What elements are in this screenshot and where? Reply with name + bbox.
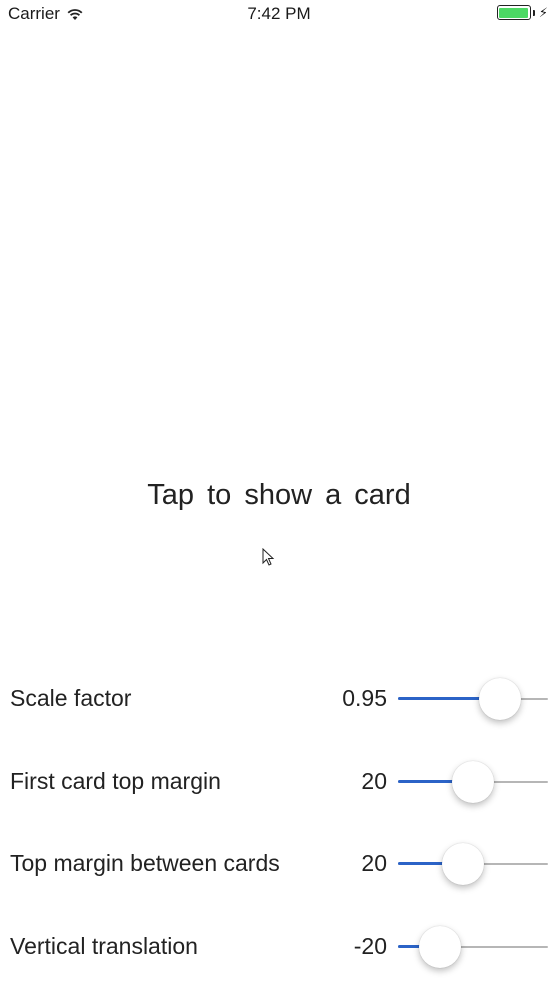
first-card-top-margin-value: 20 bbox=[361, 768, 387, 794]
slider-thumb[interactable] bbox=[452, 761, 494, 803]
battery-tip bbox=[532, 9, 535, 16]
scale-factor-slider[interactable] bbox=[398, 678, 548, 720]
control-row-first-card-top-margin: First card top margin 20 bbox=[0, 761, 558, 803]
status-bar: Carrier 7:42 PM ⚡︎ bbox=[0, 0, 558, 28]
cursor-icon bbox=[262, 548, 275, 566]
battery-level bbox=[499, 7, 529, 18]
vertical-translation-slider[interactable] bbox=[398, 926, 548, 968]
battery-icon bbox=[496, 5, 531, 20]
slider-thumb[interactable] bbox=[419, 926, 461, 968]
top-margin-between-cards-value: 20 bbox=[361, 850, 387, 876]
slider-thumb[interactable] bbox=[441, 843, 484, 885]
top-margin-between-cards-slider[interactable] bbox=[398, 843, 548, 885]
scale-factor-value: 0.95 bbox=[342, 685, 387, 711]
control-row-scale-factor: Scale factor 0.95 bbox=[0, 678, 558, 720]
slider-thumb[interactable] bbox=[479, 678, 521, 720]
control-row-vertical-translation: Vertical translation -20 bbox=[0, 926, 558, 968]
first-card-top-margin-slider[interactable] bbox=[398, 761, 548, 803]
status-right: ⚡︎ bbox=[496, 5, 548, 20]
vertical-translation-value: -20 bbox=[353, 933, 387, 959]
top-margin-between-cards-label: Top margin between cards bbox=[10, 850, 280, 876]
status-time: 7:42 PM bbox=[247, 4, 311, 23]
first-card-top-margin-label: First card top margin bbox=[10, 768, 221, 794]
scale-factor-label: Scale factor bbox=[10, 685, 132, 711]
charging-icon: ⚡︎ bbox=[538, 5, 548, 20]
control-row-top-margin-between-cards: Top margin between cards 20 bbox=[0, 843, 558, 885]
tap-to-show-card-button[interactable]: Tap to show a card bbox=[0, 479, 558, 512]
vertical-translation-label: Vertical translation bbox=[10, 933, 198, 959]
